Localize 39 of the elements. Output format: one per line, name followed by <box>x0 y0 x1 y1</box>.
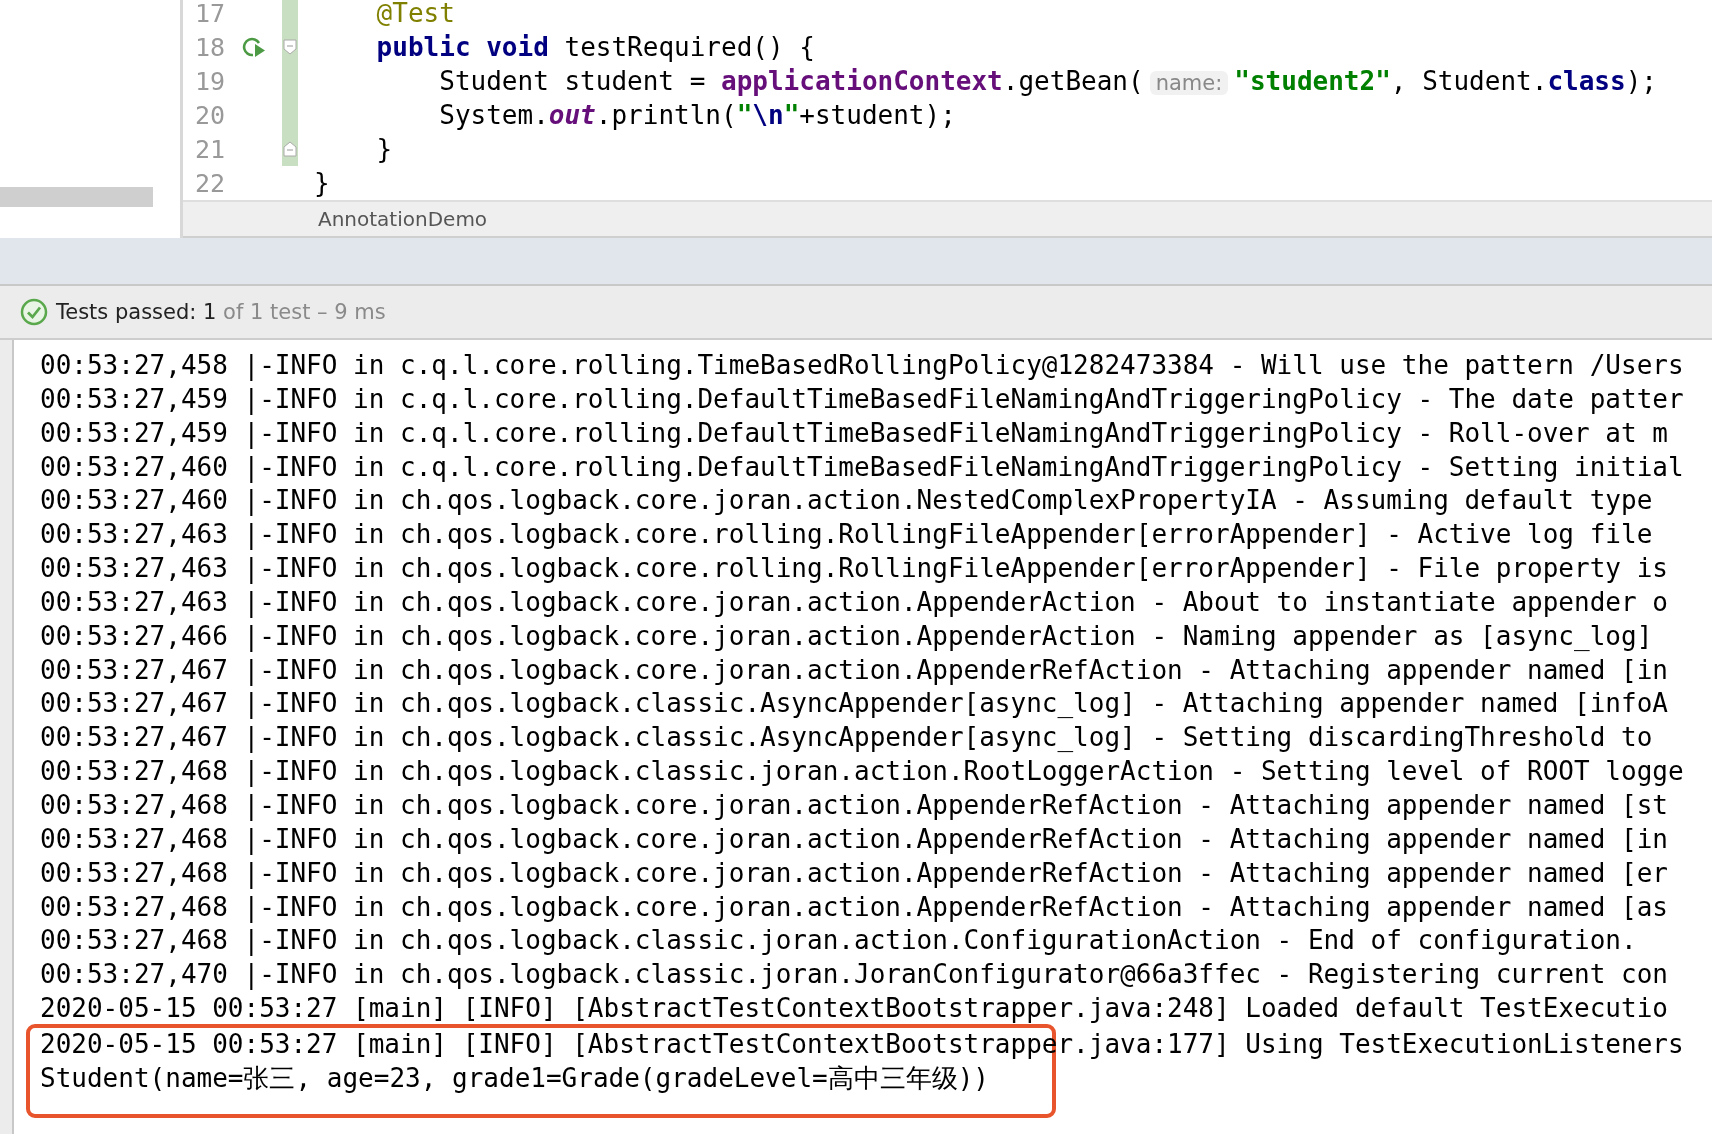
code-line: } <box>375 134 393 164</box>
log-line: 00:53:27,468 |-INFO in ch.qos.logback.core.joran.action.AppenderRefAction - Attaching appender named [as <box>40 890 1668 925</box>
log-line: 00:53:27,460 |-INFO in ch.qos.logback.core.joran.action.NestedComplexPropertyIA - Assuming default type <box>40 484 1653 518</box>
line-number: 19 <box>193 66 225 96</box>
log-line: 00:53:27,468 |-INFO in ch.qos.logback.classic.joran.action.RootLoggerAction - Setting level of ROOT logge <box>40 755 1684 789</box>
log-line: 00:53:27,468 |-INFO in ch.qos.logback.core.joran.action.AppenderRefAction - Attaching appender named [in <box>40 822 1668 857</box>
line-number: 20 <box>193 100 225 130</box>
log-line: 00:53:27,467 |-INFO in ch.qos.logback.classic.AsyncAppender[async_log] - Setting discardingThreshold to <box>40 721 1653 755</box>
log-line: 00:53:27,458 |-INFO in c.q.l.core.rolling.TimeBasedRollingPolicy@1282473384 - Will use the pattern /Users <box>40 349 1684 383</box>
code-line: @Test <box>375 0 455 28</box>
log-line: 00:53:27,468 |-INFO in ch.qos.logback.classic.joran.action.ConfigurationAction - End of configuration. <box>40 924 1637 958</box>
log-line: 00:53:27,470 |-INFO in ch.qos.logback.classic.joran.JoranConfigurator@66a3ffec - Registering current con <box>40 958 1668 992</box>
log-line: 00:53:27,468 |-INFO in ch.qos.logback.core.joran.action.AppenderRefAction - Attaching appender named [st <box>40 788 1668 823</box>
line-number: 18 <box>193 32 225 62</box>
log-line: 00:53:27,463 |-INFO in ch.qos.logback.core.joran.action.AppenderAction - About to instantiate appender o <box>40 585 1668 620</box>
line-number: 17 <box>193 0 225 28</box>
code-line: Student student = applicationContext.getBean( name: "student2", Student.class); <box>438 66 1657 96</box>
test-status-text: Tests passed: 1 of 1 test – 9 ms <box>56 300 386 324</box>
line-number: 21 <box>193 134 225 164</box>
log-line: 00:53:27,468 |-INFO in ch.qos.logback.core.joran.action.AppenderRefAction - Attaching appender named [er <box>40 856 1668 891</box>
breadcrumb[interactable]: AnnotationDemo <box>318 207 488 231</box>
log-line: 00:53:27,467 |-INFO in ch.qos.logback.classic.AsyncAppender[async_log] - Attaching appender named [infoA <box>40 687 1668 721</box>
run-icon[interactable] <box>240 35 267 59</box>
code-line: public void testRequired() { <box>375 32 815 62</box>
log-line: 00:53:27,463 |-INFO in ch.qos.logback.core.rolling.RollingFileAppender[errorAppender] - Active log file <box>40 518 1653 552</box>
log-line: 2020-05-15 00:53:27 [main] [INFO] [AbstractTestContextBootstrapper.java:248] Loaded default TestExecutio <box>40 992 1668 1026</box>
scrollbar[interactable] <box>0 187 153 207</box>
log-line: Student(name=张三, age=23, grade1=Grade(gradeLevel=高中三年级)) <box>40 1061 989 1095</box>
log-line: 00:53:27,467 |-INFO in ch.qos.logback.core.joran.action.AppenderRefAction - Attaching appender named [in <box>40 653 1668 688</box>
fold-marker-icon[interactable] <box>283 39 297 55</box>
log-line: 00:53:27,460 |-INFO in c.q.l.core.rolling.DefaultTimeBasedFileNamingAndTriggeringPolicy - Setting initial <box>40 450 1684 485</box>
log-line: 00:53:27,459 |-INFO in c.q.l.core.rolling.DefaultTimeBasedFileNamingAndTriggeringPolicy - Roll-over at m <box>40 416 1668 451</box>
log-line: 00:53:27,463 |-INFO in ch.qos.logback.core.rolling.RollingFileAppender[errorAppender] - File property is <box>40 552 1668 586</box>
fold-marker-icon[interactable] <box>283 141 297 157</box>
code-line: } <box>314 168 330 198</box>
log-line: 00:53:27,466 |-INFO in ch.qos.logback.core.joran.action.AppenderAction - Naming appender as [async_log] <box>40 619 1653 654</box>
code-line: System.out.println("\n"+student); <box>438 100 956 130</box>
log-line: 00:53:27,459 |-INFO in c.q.l.core.rolling.DefaultTimeBasedFileNamingAndTriggeringPolicy - The date patter <box>40 382 1684 417</box>
line-number: 22 <box>193 168 225 198</box>
